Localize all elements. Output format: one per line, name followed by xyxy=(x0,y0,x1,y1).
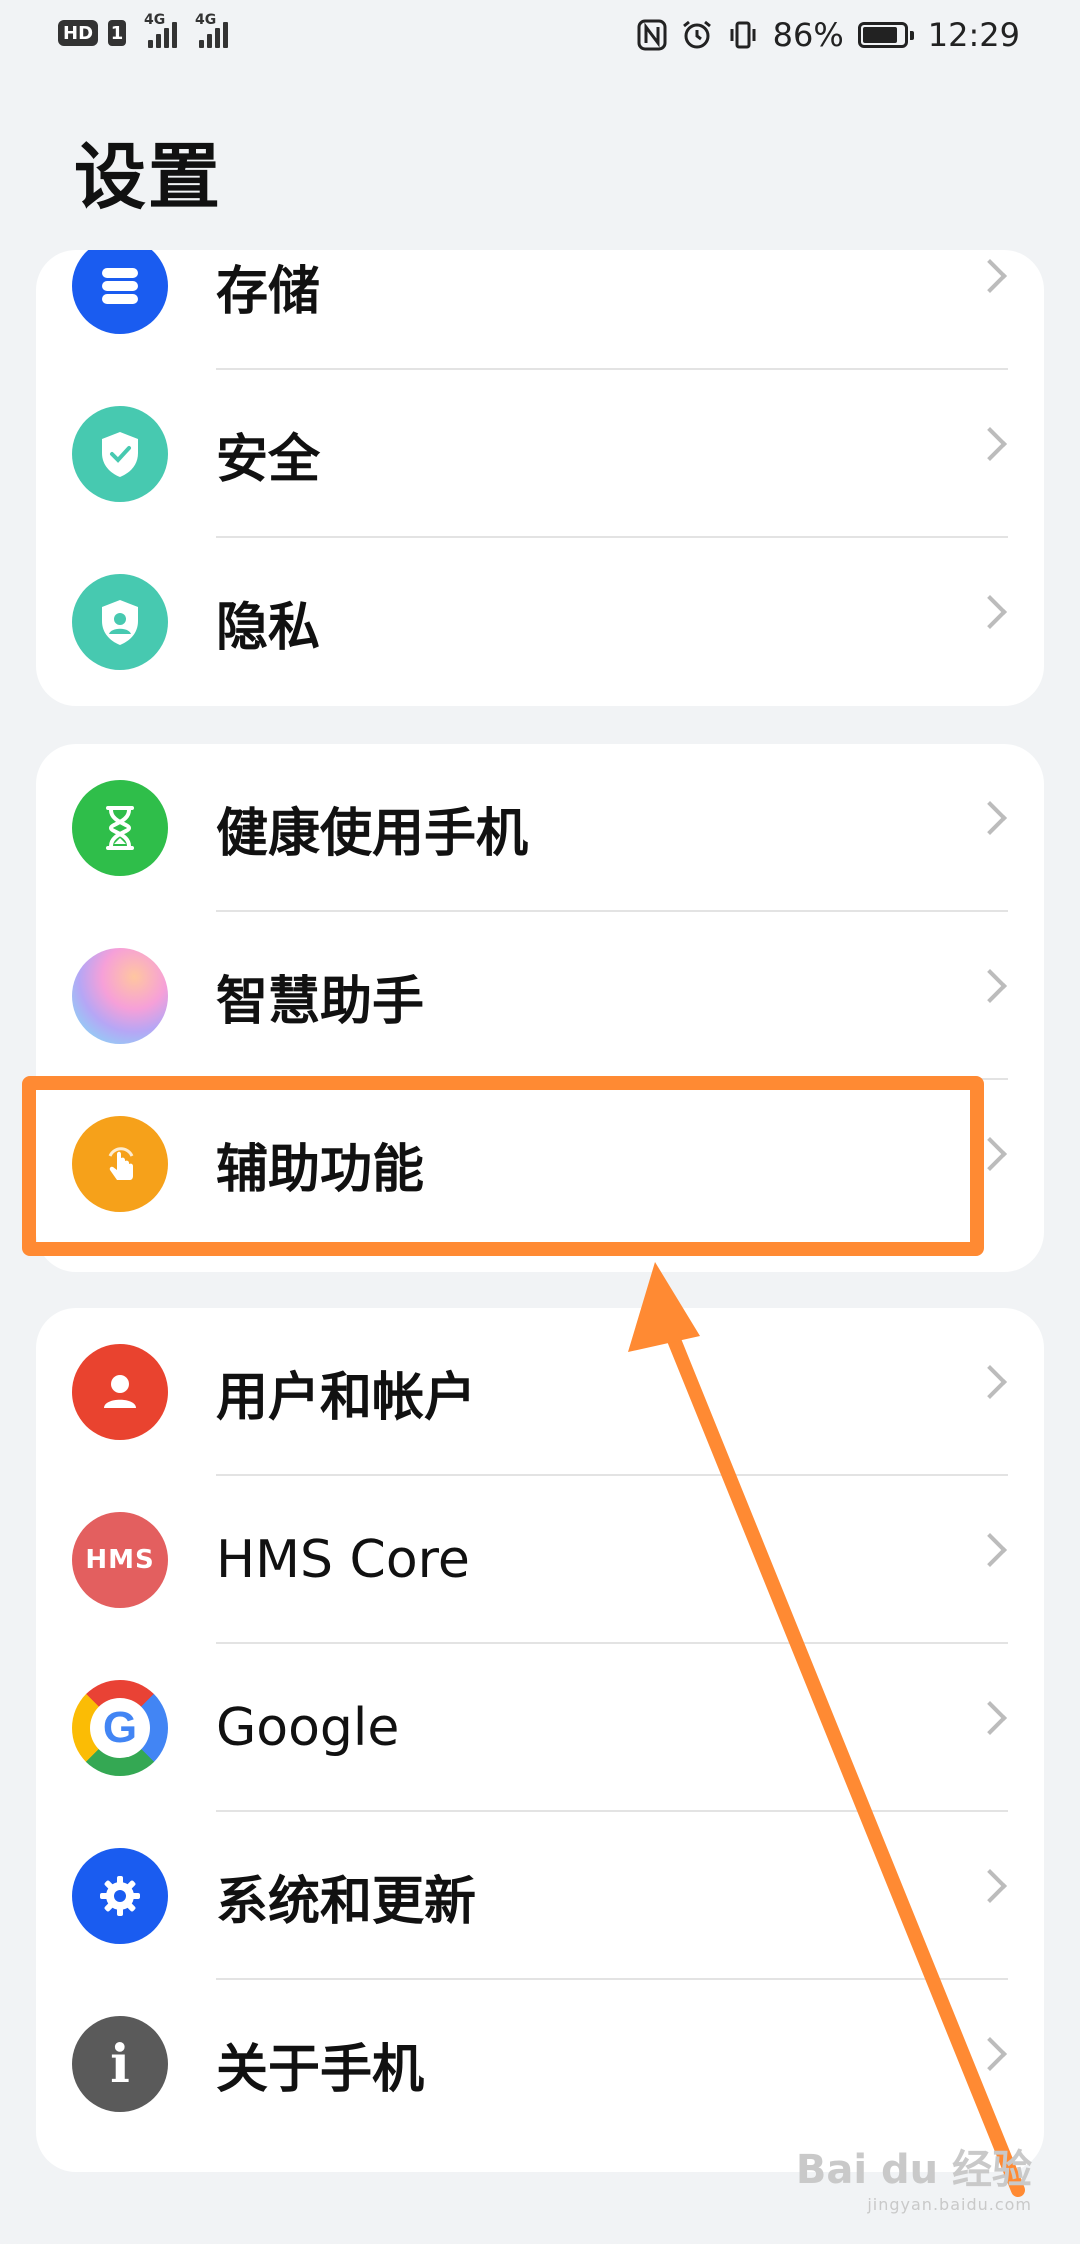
chevron-right-icon xyxy=(973,801,1007,835)
vibrate-icon xyxy=(730,21,756,49)
privacy-shield-icon xyxy=(72,574,168,670)
info-icon: i xyxy=(72,2016,168,2112)
settings-item-users-accounts[interactable]: 用户和帐户 xyxy=(36,1308,1044,1476)
settings-item-about-phone[interactable]: i 关于手机 xyxy=(36,1980,1044,2148)
alarm-icon xyxy=(682,20,711,49)
network-type-2: 4G xyxy=(195,12,217,28)
settings-item-label: Google xyxy=(216,1698,400,1758)
hms-icon: HMS xyxy=(72,1512,168,1608)
watermark-main: Bai du 经验 xyxy=(795,2147,1032,2193)
gear-icon xyxy=(72,1848,168,1944)
settings-item-label: 用户和帐户 xyxy=(216,1367,477,1428)
chevron-right-icon xyxy=(973,595,1007,629)
clock: 12:29 xyxy=(927,16,1020,54)
settings-item-system-update[interactable]: 系统和更新 xyxy=(36,1812,1044,1980)
watermark: Bai du 经验 jingyan.baidu.com xyxy=(796,2137,1032,2214)
settings-item-privacy[interactable]: 隐私 xyxy=(36,538,1044,706)
page-title: 设置 xyxy=(74,135,223,219)
battery-percent: 86% xyxy=(772,16,844,54)
settings-item-label: 健康使用手机 xyxy=(216,803,529,864)
status-right: 86% 12:29 xyxy=(637,16,1020,54)
sim-badge: 1 xyxy=(108,20,127,46)
chevron-right-icon xyxy=(973,969,1007,1003)
settings-group-1: 存储 安全 隐私 xyxy=(36,250,1044,706)
settings-item-hms-core[interactable]: HMS HMS Core xyxy=(36,1476,1044,1644)
settings-item-label: 安全 xyxy=(216,429,321,490)
status-bar: HD 1 4G 4G 86% 12:29 xyxy=(0,0,1080,80)
settings-item-label: 智慧助手 xyxy=(216,971,425,1032)
user-icon xyxy=(72,1344,168,1440)
settings-item-digital-balance[interactable]: 健康使用手机 xyxy=(36,744,1044,912)
hd-badge: HD xyxy=(58,20,99,46)
battery-icon xyxy=(857,22,914,48)
settings-item-label: 隐私 xyxy=(216,597,321,658)
shield-check-icon xyxy=(72,406,168,502)
chevron-right-icon xyxy=(973,2037,1007,2071)
highlight-box xyxy=(22,1076,984,1256)
chevron-right-icon xyxy=(973,259,1007,293)
info-icon-glyph: i xyxy=(110,2033,130,2095)
hourglass-icon xyxy=(72,780,168,876)
chevron-right-icon xyxy=(973,427,1007,461)
status-left: HD 1 4G 4G xyxy=(58,12,229,48)
chevron-right-icon xyxy=(973,1365,1007,1399)
google-icon-letter: G xyxy=(102,1703,138,1752)
assistant-orb-icon xyxy=(72,948,168,1044)
settings-group-3: 用户和帐户 HMS HMS Core G Google 系统和更新 i 关于手机 xyxy=(36,1308,1044,2172)
settings-item-storage[interactable]: 存储 xyxy=(36,250,1044,370)
storage-icon xyxy=(72,250,168,334)
settings-item-label: 系统和更新 xyxy=(216,1871,477,1932)
settings-item-google[interactable]: G Google xyxy=(36,1644,1044,1812)
chevron-right-icon xyxy=(973,1701,1007,1735)
chevron-right-icon xyxy=(973,1869,1007,1903)
watermark-sub: jingyan.baidu.com xyxy=(867,2195,1032,2214)
settings-item-label: HMS Core xyxy=(216,1530,470,1590)
settings-item-label: 存储 xyxy=(216,261,321,322)
chevron-right-icon xyxy=(973,1533,1007,1567)
signal-icon: 4G xyxy=(144,12,178,48)
nfc-icon xyxy=(637,19,667,51)
hms-icon-text: HMS xyxy=(85,1545,155,1575)
google-icon: G xyxy=(72,1680,168,1776)
settings-item-smart-assistant[interactable]: 智慧助手 xyxy=(36,912,1044,1080)
network-type-1: 4G xyxy=(144,12,166,28)
signal-icon-2: 4G xyxy=(195,12,229,48)
settings-item-security[interactable]: 安全 xyxy=(36,370,1044,538)
settings-item-label: 关于手机 xyxy=(216,2039,425,2100)
